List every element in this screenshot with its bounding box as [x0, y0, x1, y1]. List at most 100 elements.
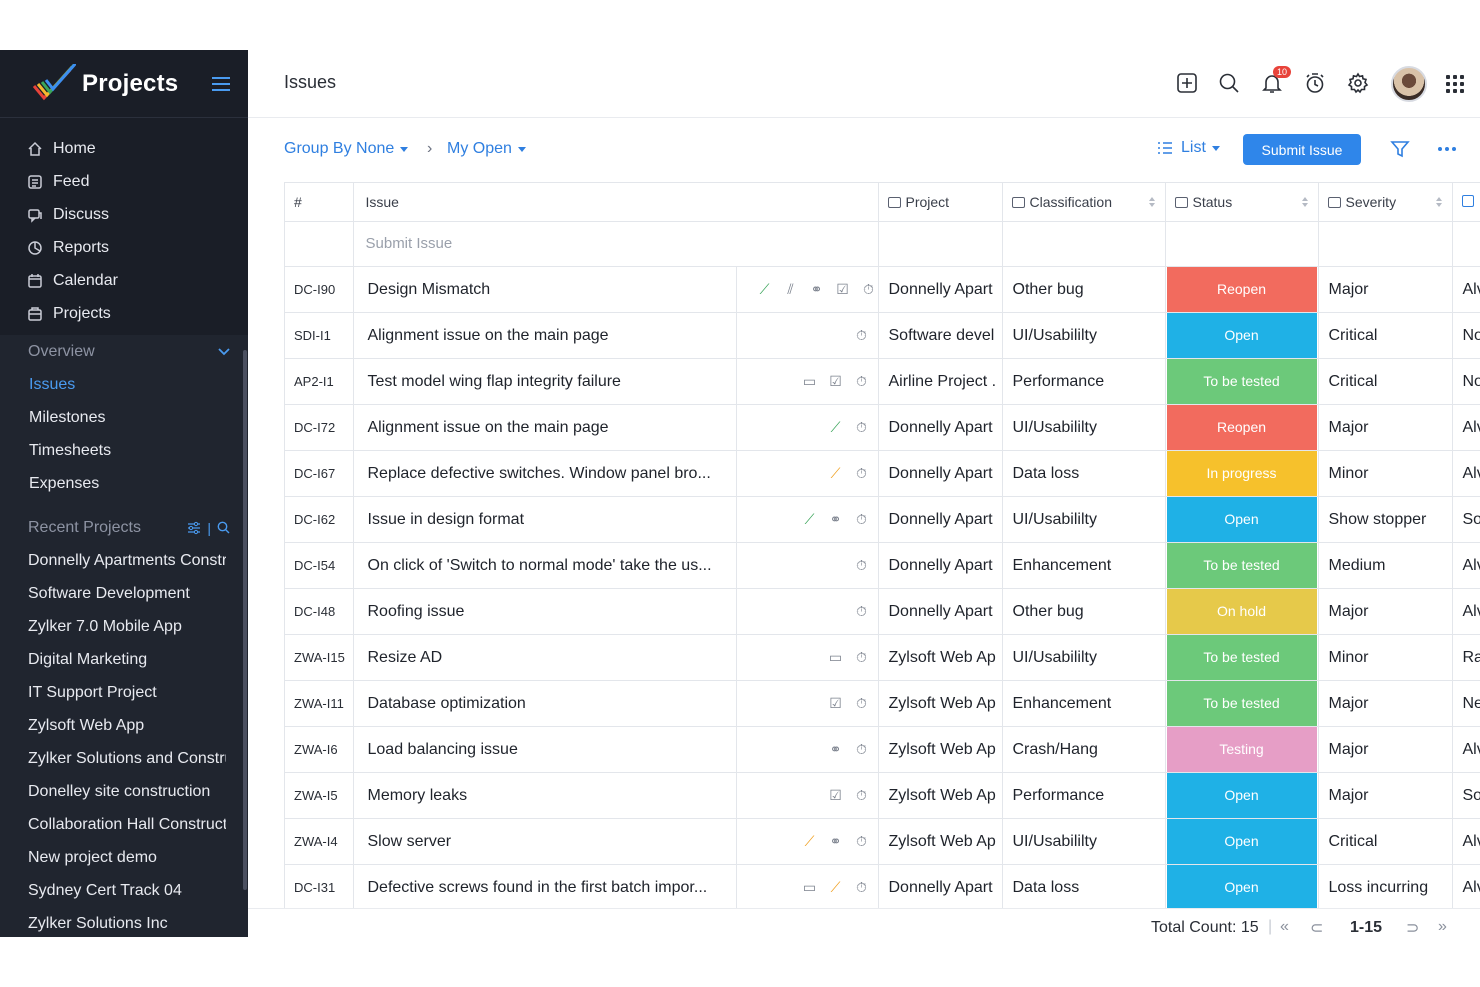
next-page-icon[interactable]: ⊃ [1406, 918, 1419, 937]
issue-title[interactable]: Roofing issue [353, 588, 737, 636]
issue-id[interactable]: ZWA-I15 [285, 634, 354, 682]
issue-id[interactable]: DC-I31 [285, 864, 354, 908]
overview-header[interactable]: Overview [0, 335, 248, 368]
issue-title[interactable]: Issue in design format [353, 496, 737, 544]
issue-title[interactable]: Replace defective switches. Window panel… [353, 450, 737, 498]
column-header-id[interactable]: # [285, 183, 354, 222]
quick-add-input[interactable]: Submit Issue [353, 221, 879, 268]
table-row[interactable]: ZWA-I15 Resize AD ▭ ⏱ Zylsoft Web Ap UI/Usabi… [285, 634, 1480, 682]
project-cell[interactable]: Donnelly Apart [878, 450, 1003, 498]
attachment-green-icon[interactable]: ⟋ [757, 281, 773, 298]
column-header-issue[interactable]: Issue [353, 183, 879, 222]
filter-icon[interactable] [1390, 139, 1410, 159]
recent-project-item[interactable]: IT Support Project [0, 676, 226, 709]
group-by-dropdown[interactable]: Group By None [284, 140, 409, 158]
project-cell[interactable]: Donnelly Apart [878, 542, 1003, 590]
view-mode-dropdown[interactable]: List [1157, 139, 1220, 157]
first-page-icon[interactable]: « [1280, 918, 1289, 936]
avatar[interactable] [1391, 66, 1427, 102]
nav-item-reports[interactable]: Reports [0, 231, 248, 264]
add-column-icon[interactable] [1461, 194, 1474, 207]
hamburger-menu-icon[interactable] [212, 76, 232, 92]
project-cell[interactable]: Zylsoft Web Ap [878, 634, 1003, 682]
column-header-project[interactable]: Project [878, 183, 1003, 222]
timer-icon[interactable]: ⏱ [854, 511, 870, 528]
gear-icon[interactable] [1347, 72, 1369, 94]
sidebar-item-milestones[interactable]: Milestones [0, 401, 248, 434]
last-page-icon[interactable]: » [1438, 918, 1447, 936]
attachment-green-icon[interactable]: ⟋ [802, 511, 818, 528]
recent-project-item[interactable]: Zylker Solutions Inc [0, 907, 226, 937]
issue-title[interactable]: Defective screws found in the first batc… [353, 864, 737, 908]
project-cell[interactable]: Donnelly Apart [878, 266, 1003, 314]
recent-project-item[interactable]: Sydney Cert Track 04 [0, 874, 226, 907]
status-cell[interactable]: To be tested [1165, 542, 1319, 590]
table-row[interactable]: ZWA-I5 Memory leaks ☑ ⏱ Zylsoft Web Ap Perfor… [285, 772, 1480, 820]
sort-icon[interactable] [1435, 197, 1442, 207]
status-cell[interactable]: To be tested [1165, 358, 1319, 406]
recent-project-item[interactable]: Software Development [0, 577, 226, 610]
view-filter-dropdown[interactable]: My Open [447, 140, 526, 158]
status-cell[interactable]: In progress [1165, 450, 1319, 498]
timer-icon[interactable] [1304, 72, 1326, 94]
attachment-orange-icon[interactable]: ⟋ [802, 833, 818, 850]
recent-project-item[interactable]: Zylker 7.0 Mobile App [0, 610, 226, 643]
project-cell[interactable]: Zylsoft Web Ap [878, 772, 1003, 820]
search-icon[interactable] [1218, 72, 1240, 94]
timer-icon[interactable]: ⏱ [854, 419, 870, 436]
issue-title[interactable]: Memory leaks [353, 772, 737, 820]
table-row[interactable]: DC-I67 Replace defective switches. Window… [285, 450, 1480, 498]
timer-icon[interactable]: ⏱ [861, 281, 877, 298]
project-cell[interactable]: Donnelly Apart [878, 496, 1003, 544]
table-row[interactable]: DC-I31 Defective screws found in the firs… [285, 864, 1480, 908]
issue-id[interactable]: AP2-I1 [285, 358, 354, 406]
recent-project-item[interactable]: Collaboration Hall Construction [0, 808, 226, 841]
sidebar-item-expenses[interactable]: Expenses [0, 467, 248, 500]
issue-title[interactable]: Resize AD [353, 634, 737, 682]
issue-id[interactable]: DC-I62 [285, 496, 354, 544]
recent-project-item[interactable]: Digital Marketing [0, 643, 226, 676]
recent-project-item[interactable]: Donelley site construction [0, 775, 226, 808]
table-row[interactable]: DC-I48 Roofing issue ⏱ Donnelly Apart Other … [285, 588, 1480, 636]
issue-id[interactable]: ZWA-I11 [285, 680, 354, 728]
issue-title[interactable]: On click of 'Switch to normal mode' take… [353, 542, 737, 590]
issue-id[interactable]: DC-I48 [285, 588, 354, 636]
status-cell[interactable]: Reopen [1165, 266, 1319, 314]
sort-icon[interactable] [1301, 197, 1308, 207]
timer-icon[interactable]: ⏱ [854, 695, 870, 712]
issue-title[interactable]: Load balancing issue [353, 726, 737, 774]
sidebar-item-timesheets[interactable]: Timesheets [0, 434, 248, 467]
status-cell[interactable]: Open [1165, 496, 1319, 544]
status-cell[interactable]: Reopen [1165, 404, 1319, 452]
project-cell[interactable]: Donnelly Apart [878, 864, 1003, 908]
table-row[interactable]: DC-I72 Alignment issue on the main page ⟋ ⏱… [285, 404, 1480, 452]
table-row[interactable]: DC-I54 On click of 'Switch to normal mode… [285, 542, 1480, 590]
add-icon[interactable] [1176, 72, 1198, 94]
issue-id[interactable]: DC-I54 [285, 542, 354, 590]
sliders-icon[interactable] [187, 521, 201, 535]
timer-icon[interactable]: ⏱ [854, 465, 870, 482]
table-row[interactable]: DC-I62 Issue in design format ⟋ ⚭ ⏱ Donnelly … [285, 496, 1480, 544]
checklist-icon[interactable]: ☑ [835, 281, 851, 298]
issue-title[interactable]: Database optimization [353, 680, 737, 728]
timer-icon[interactable]: ⏱ [854, 557, 870, 574]
timer-icon[interactable]: ⏱ [854, 327, 870, 344]
table-row[interactable]: ZWA-I11 Database optimization ☑ ⏱ Zylsoft We… [285, 680, 1480, 728]
timer-icon[interactable]: ⏱ [854, 649, 870, 666]
link-icon[interactable]: ⚭ [809, 281, 825, 298]
recent-project-item[interactable]: Zylker Solutions and Construction [0, 742, 226, 775]
column-header-status[interactable]: Status [1165, 183, 1319, 222]
column-header-classification[interactable]: Classification [1002, 183, 1166, 222]
project-cell[interactable]: Zylsoft Web Ap [878, 818, 1003, 866]
timer-icon[interactable]: ⏱ [854, 879, 870, 896]
timer-icon[interactable]: ⏱ [854, 787, 870, 804]
nav-item-feed[interactable]: Feed [0, 165, 248, 198]
column-header-severity[interactable]: Severity [1318, 183, 1453, 222]
table-row[interactable]: AP2-I1 Test model wing flap integrity fai… [285, 358, 1480, 406]
timer-icon[interactable]: ⏱ [854, 373, 870, 390]
status-cell[interactable]: Open [1165, 818, 1319, 866]
table-row[interactable]: ZWA-I6 Load balancing issue ⚭ ⏱ Zylsoft Web … [285, 726, 1480, 774]
project-cell[interactable]: Donnelly Apart [878, 588, 1003, 636]
status-cell[interactable]: To be tested [1165, 634, 1319, 682]
issue-title[interactable]: Slow server [353, 818, 737, 866]
